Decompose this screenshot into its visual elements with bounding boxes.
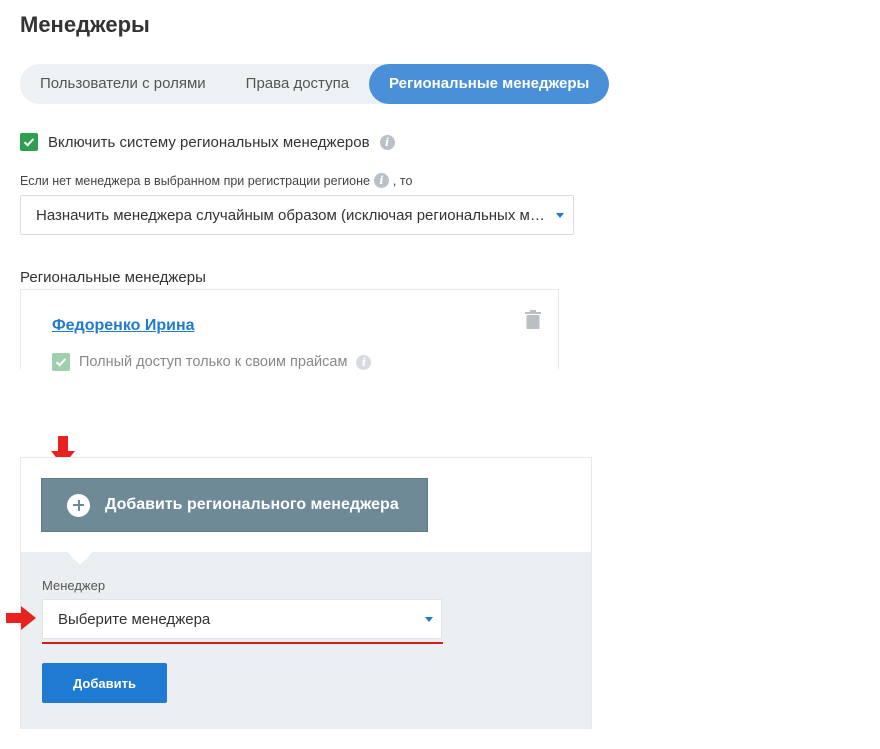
full-access-row: Полный доступ только к своим прайсам i — [52, 353, 372, 371]
checkmark-icon — [55, 358, 67, 367]
caret-down-icon — [425, 617, 433, 622]
enable-regional-managers-label: Включить систему региональных менеджеров — [48, 133, 370, 151]
fallback-hint-suffix: , то — [392, 173, 413, 188]
add-regional-manager-label: Добавить регионального менеджера — [105, 496, 399, 513]
manager-select[interactable]: Выберите менеджера — [42, 599, 442, 639]
info-icon[interactable]: i — [373, 173, 389, 188]
fallback-select-value: Назначить менеджера случайным образом (и… — [36, 206, 545, 224]
manager-field-label: Менеджер — [42, 578, 106, 593]
checkmark-icon — [23, 138, 35, 147]
trash-icon[interactable] — [525, 310, 541, 329]
full-access-checkbox[interactable] — [52, 353, 70, 371]
full-access-label: Полный доступ только к своим прайсам — [79, 354, 348, 370]
info-icon[interactable]: i — [379, 134, 395, 150]
manager-card: Федоренко Ирина Полный доступ только к с… — [20, 289, 559, 371]
manager-select-placeholder: Выберите менеджера — [58, 610, 211, 628]
arrow-right-annotation-icon — [6, 606, 36, 630]
add-manager-panel: Добавить регионального менеджера Менедже… — [20, 457, 592, 729]
manager-name-link[interactable]: Федоренко Ирина — [52, 317, 195, 335]
add-regional-manager-button[interactable]: Добавить регионального менеджера — [41, 478, 428, 532]
enable-regional-managers-row: Включить систему региональных менеджеров… — [20, 133, 395, 151]
tab-users-with-roles[interactable]: Пользователи с ролями — [20, 64, 226, 104]
enable-regional-managers-checkbox[interactable] — [20, 133, 38, 151]
tabs-bar: Пользователи с ролями Права доступа Реги… — [20, 64, 610, 104]
caret-down-icon — [556, 213, 564, 218]
plus-circle-icon — [67, 493, 90, 517]
fallback-select[interactable]: Назначить менеджера случайным образом (и… — [20, 195, 574, 235]
annotation-underline — [42, 642, 443, 644]
page-title: Менеджеры — [20, 12, 150, 37]
tab-access-rights[interactable]: Права доступа — [226, 64, 369, 104]
fallback-hint: Если нет менеджера в выбранном при регис… — [20, 173, 412, 188]
tab-regional-managers[interactable]: Региональные менеджеры — [369, 64, 610, 104]
fallback-hint-text: Если нет менеджера в выбранном при регис… — [20, 173, 370, 188]
info-icon[interactable]: i — [356, 354, 372, 370]
add-button[interactable]: Добавить — [42, 663, 167, 703]
regional-managers-heading: Региональные менеджеры — [20, 269, 206, 286]
